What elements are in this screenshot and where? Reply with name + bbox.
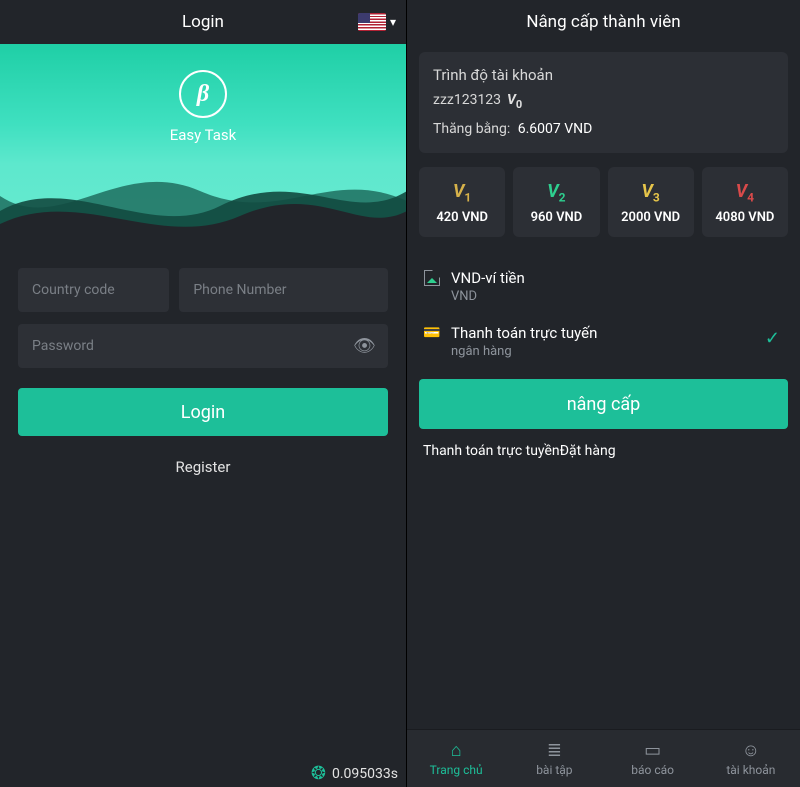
report-icon: ▭	[604, 740, 702, 761]
payment-wallet[interactable]: VND-ví tiền VND	[423, 259, 784, 314]
us-flag-icon	[358, 13, 386, 31]
payment-title: VND-ví tiền	[451, 269, 525, 287]
tab-label: Trang chủ	[430, 763, 483, 777]
payment-online[interactable]: 💳 Thanh toán trực tuyến ngân hàng ✓	[423, 314, 784, 369]
tab-home[interactable]: ⌂ Trang chủ	[407, 740, 505, 777]
account-card: Trình độ tài khoản zzz123123 V0 Thăng bằ…	[419, 52, 788, 153]
level-badge: V0	[507, 92, 522, 111]
chevron-down-icon: ▾	[390, 15, 396, 29]
app-logo-icon: β	[179, 70, 227, 118]
tier-price: 960 VND	[513, 210, 599, 225]
upgrade-button[interactable]: nâng cấp	[419, 379, 788, 429]
tier-price: 420 VND	[419, 210, 505, 225]
broken-image-icon	[423, 269, 441, 287]
upgrade-note: Thanh toán trực tuyềnĐặt hàng	[423, 443, 784, 459]
level-label: Trình độ tài khoản	[433, 66, 774, 84]
tab-tasks[interactable]: ≣ bài tập	[505, 740, 603, 777]
tier-list: V1 420 VND V2 960 VND V3 2000 VND V4 408…	[419, 167, 788, 238]
tier-v1[interactable]: V1 420 VND	[419, 167, 505, 238]
show-password-icon[interactable]: 👁	[353, 336, 376, 357]
tier-v2[interactable]: V2 960 VND	[513, 167, 599, 238]
balance-label: Thăng bằng:	[433, 121, 510, 137]
payment-subtitle: ngân hàng	[451, 344, 597, 359]
login-button[interactable]: Login	[18, 388, 388, 436]
login-screen: Login ▾ β Easy Task 👁 Login Register ❂ 0…	[0, 0, 407, 787]
login-title: Login	[182, 12, 224, 32]
tier-price: 4080 VND	[702, 210, 788, 225]
login-form: 👁 Login Register	[0, 244, 406, 476]
tab-report[interactable]: ▭ báo cáo	[604, 740, 702, 777]
credit-card-icon: 💳	[423, 324, 441, 342]
flame-icon: ❂	[311, 765, 326, 783]
bottom-tabbar: ⌂ Trang chủ ≣ bài tập ▭ báo cáo ☺ tài kh…	[407, 729, 800, 787]
balance-value: 6.6007 VND	[518, 121, 593, 137]
country-code-input[interactable]	[18, 268, 169, 312]
check-icon: ✓	[765, 328, 780, 349]
home-icon: ⌂	[407, 740, 505, 761]
timer-value: 0.095033s	[332, 766, 398, 782]
login-header: Login ▾	[0, 0, 406, 44]
hero-banner: β Easy Task	[0, 44, 406, 244]
password-input[interactable]	[18, 324, 388, 368]
tier-v3[interactable]: V3 2000 VND	[608, 167, 694, 238]
tab-label: tài khoản	[726, 763, 775, 777]
phone-input[interactable]	[179, 268, 388, 312]
payment-methods: VND-ví tiền VND 💳 Thanh toán trực tuyến …	[423, 259, 784, 369]
tasks-icon: ≣	[505, 740, 603, 761]
tab-account[interactable]: ☺ tài khoản	[702, 740, 800, 777]
app-name: Easy Task	[0, 126, 406, 144]
account-icon: ☺	[702, 740, 800, 761]
payment-title: Thanh toán trực tuyến	[451, 324, 597, 342]
tier-price: 2000 VND	[608, 210, 694, 225]
upgrade-title: Nâng cấp thành viên	[407, 0, 800, 44]
username: zzz123123	[433, 92, 501, 108]
tab-label: báo cáo	[631, 763, 674, 777]
upgrade-screen: Nâng cấp thành viên Trình độ tài khoản z…	[407, 0, 800, 787]
payment-subtitle: VND	[451, 289, 525, 304]
tier-v4[interactable]: V4 4080 VND	[702, 167, 788, 238]
wave-decoration	[0, 156, 406, 244]
load-timer: ❂ 0.095033s	[311, 765, 398, 783]
tab-label: bài tập	[536, 763, 572, 777]
language-selector[interactable]: ▾	[358, 0, 396, 44]
register-link[interactable]: Register	[18, 458, 388, 476]
